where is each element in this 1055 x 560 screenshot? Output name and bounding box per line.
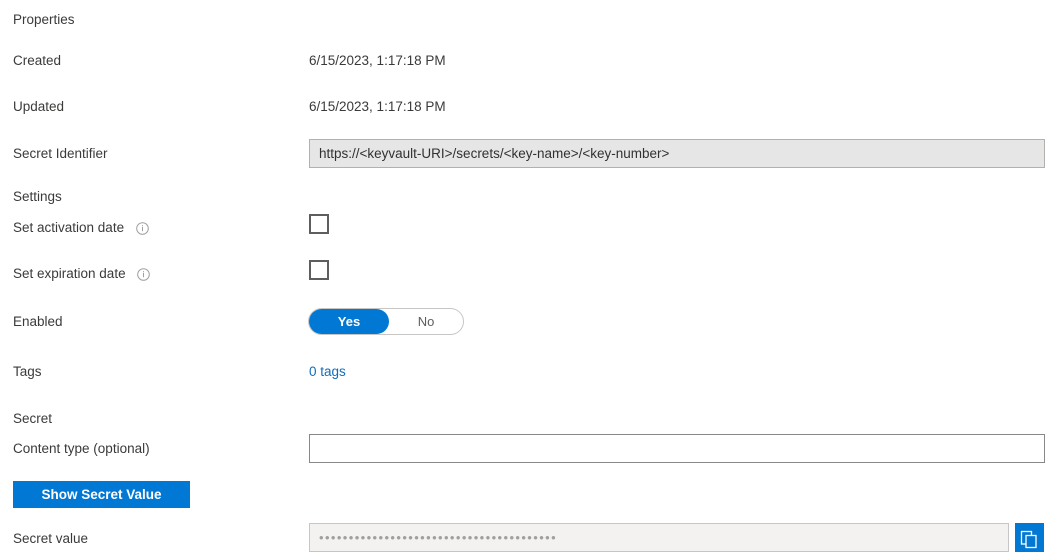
secret-identifier-field[interactable]: https://<keyvault-URI>/secrets/<key-name… xyxy=(309,139,1045,168)
tags-link[interactable]: 0 tags xyxy=(309,364,346,379)
updated-label: Updated xyxy=(13,99,65,114)
updated-value: 6/15/2023, 1:17:18 PM xyxy=(309,99,446,114)
set-expiration-date-checkbox[interactable] xyxy=(309,260,329,280)
created-label: Created xyxy=(13,53,62,68)
copy-secret-value-button[interactable] xyxy=(1015,523,1044,552)
properties-section-heading: Properties xyxy=(13,12,75,27)
tags-row: Tags 0 tags xyxy=(13,359,1048,385)
set-activation-date-row: Set activation date xyxy=(13,215,1048,241)
set-expiration-date-label: Set expiration date xyxy=(13,261,151,287)
content-type-label: Content type (optional) xyxy=(13,441,150,456)
set-expiration-date-row: Set expiration date xyxy=(13,261,1048,287)
set-activation-date-label: Set activation date xyxy=(13,215,149,241)
content-type-input[interactable] xyxy=(309,434,1045,463)
copy-icon xyxy=(1015,530,1044,549)
secret-identifier-value: https://<keyvault-URI>/secrets/<key-name… xyxy=(319,146,670,161)
secret-section-heading: Secret xyxy=(13,411,53,426)
secret-properties-panel: Properties Created 6/15/2023, 1:17:18 PM… xyxy=(0,0,1055,560)
info-icon[interactable] xyxy=(137,268,151,281)
secret-value-masked: •••••••••••••••••••••••••••••••••••••••• xyxy=(319,530,558,545)
enabled-toggle[interactable]: Yes No xyxy=(308,308,464,335)
enabled-toggle-yes[interactable]: Yes xyxy=(309,309,389,334)
show-secret-value-button[interactable]: Show Secret Value xyxy=(13,481,190,508)
enabled-toggle-no[interactable]: No xyxy=(389,309,463,334)
secret-value-label: Secret value xyxy=(13,531,89,546)
created-row: Created 6/15/2023, 1:17:18 PM xyxy=(13,48,1048,74)
tags-label: Tags xyxy=(13,364,42,379)
secret-identifier-label: Secret Identifier xyxy=(13,146,108,161)
info-icon[interactable] xyxy=(136,222,149,235)
settings-section-heading: Settings xyxy=(13,189,62,204)
set-activation-date-checkbox[interactable] xyxy=(309,214,329,234)
set-expiration-date-text: Set expiration date xyxy=(13,266,126,281)
secret-value-field[interactable]: •••••••••••••••••••••••••••••••••••••••• xyxy=(309,523,1009,552)
enabled-row: Enabled xyxy=(13,309,1048,335)
set-activation-date-text: Set activation date xyxy=(13,220,125,235)
created-value: 6/15/2023, 1:17:18 PM xyxy=(309,53,446,68)
enabled-label: Enabled xyxy=(13,314,63,329)
updated-row: Updated 6/15/2023, 1:17:18 PM xyxy=(13,94,1048,120)
